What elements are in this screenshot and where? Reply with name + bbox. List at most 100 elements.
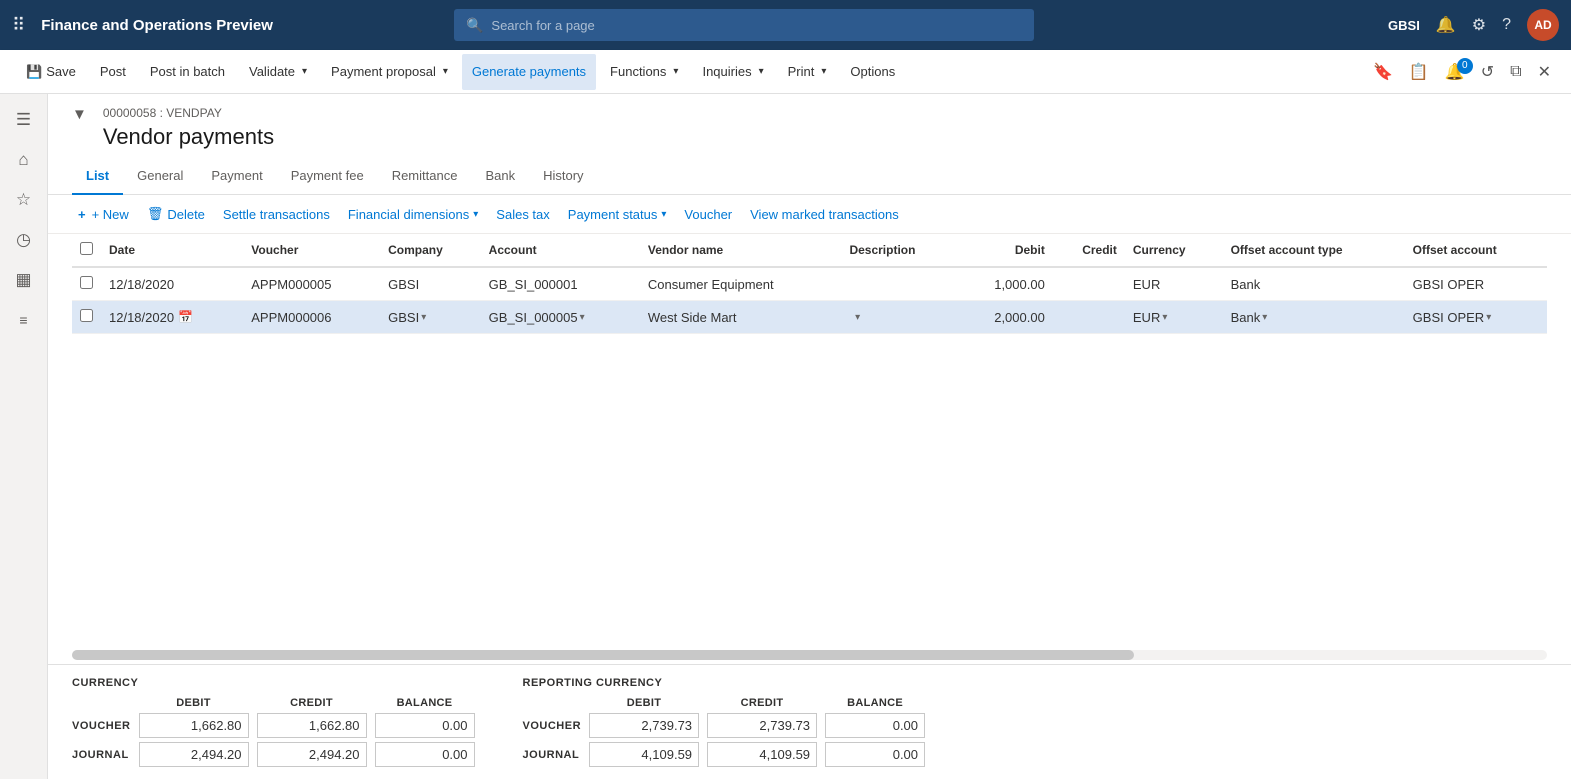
currency-dropdown[interactable]: EUR ▾	[1133, 310, 1215, 325]
currency-journal-debit	[139, 742, 249, 767]
settings-icon[interactable]: ⚙	[1472, 15, 1486, 35]
view-marked-transactions-button[interactable]: View marked transactions	[744, 204, 905, 225]
tab-payment-fee[interactable]: Payment fee	[277, 158, 378, 195]
tab-history[interactable]: History	[529, 158, 597, 195]
col-credit: Credit	[1053, 234, 1125, 267]
sidebar-icon-recent[interactable]: ◷	[6, 222, 42, 258]
select-all-checkbox[interactable]	[80, 242, 93, 255]
sidebar: ☰ ⌂ ☆ ◷ ▦ ≡	[0, 94, 48, 779]
voucher-button[interactable]: Voucher	[678, 204, 738, 225]
col-vendor-name: Vendor name	[640, 234, 842, 267]
delete-button[interactable]: 🗑 Delete	[141, 203, 211, 225]
user-label: GBSI	[1388, 18, 1420, 33]
top-nav-right: GBSI 🔔 ⚙ ? AD	[1388, 9, 1559, 41]
col-debit: Debit	[958, 234, 1053, 267]
dropdown-arrow-icon: ▾	[1486, 312, 1491, 323]
inquiries-button[interactable]: Inquiries	[692, 54, 773, 90]
dropdown-arrow-icon: ▾	[580, 312, 585, 323]
cell-currency: EUR ▾	[1125, 301, 1223, 334]
delete-icon: 🗑	[147, 206, 164, 222]
cell-company: GBSI	[380, 267, 481, 301]
cell-credit	[1053, 267, 1125, 301]
payments-table-container: Date Voucher Company Account Vendor name…	[48, 234, 1571, 646]
sidebar-icon-favorites[interactable]: ☆	[6, 182, 42, 218]
table-row[interactable]: 12/18/2020 APPM000005 GBSI GB_SI_000001 …	[72, 267, 1547, 301]
table-row[interactable]: 12/18/2020 📅 APPM000006 GBSI ▾	[72, 301, 1547, 334]
options-button[interactable]: Options	[840, 54, 905, 90]
bookmark-icon[interactable]: 🔖	[1369, 58, 1397, 86]
table-toolbar: + + New 🗑 Delete Settle transactions Fin…	[48, 195, 1571, 234]
refresh-icon[interactable]: ↺	[1477, 58, 1498, 86]
tab-bank[interactable]: Bank	[471, 158, 529, 195]
app-title: Finance and Operations Preview	[41, 17, 273, 34]
currency-debit-header: DEBIT	[139, 697, 249, 709]
notification-icon[interactable]: 🔔	[1436, 15, 1456, 35]
row-checkbox[interactable]	[80, 309, 93, 322]
page-tabs: List General Payment Payment fee Remitta…	[48, 158, 1571, 195]
sidebar-icon-home[interactable]: ⌂	[6, 142, 42, 178]
post-button[interactable]: Post	[90, 54, 136, 90]
top-navigation: ⠿ Finance and Operations Preview 🔍 GBSI …	[0, 0, 1571, 50]
new-button[interactable]: + + New	[72, 204, 135, 225]
search-icon: 🔍	[466, 17, 483, 34]
search-input[interactable]	[491, 18, 1022, 33]
dropdown-arrow-icon: ▾	[421, 312, 426, 323]
offset-type-dropdown[interactable]: Bank ▾	[1231, 310, 1397, 325]
calendar-icon[interactable]: 📅	[178, 310, 193, 324]
open-in-new-icon[interactable]: ⧉	[1506, 59, 1525, 85]
horizontal-scrollbar-track[interactable]	[48, 646, 1571, 664]
functions-button[interactable]: Functions	[600, 54, 688, 90]
tab-payment[interactable]: Payment	[197, 158, 276, 195]
cell-check[interactable]	[72, 301, 101, 334]
cell-description	[841, 267, 958, 301]
breadcrumb: 00000058 : VENDPAY	[103, 106, 274, 120]
payment-status-button[interactable]: Payment status	[562, 204, 673, 225]
horizontal-scrollbar-thumb[interactable]	[72, 650, 1134, 660]
col-account: Account	[481, 234, 640, 267]
reporting-journal-balance	[825, 742, 925, 767]
cell-offset-account: GBSI OPER ▾	[1405, 301, 1547, 334]
currency-section-title: CURRENCY	[72, 677, 475, 689]
print-button[interactable]: Print	[778, 54, 837, 90]
description-dropdown[interactable]: ▾	[849, 310, 950, 325]
row-checkbox[interactable]	[80, 276, 93, 289]
currency-totals-section: CURRENCY DEBIT CREDIT BALANCE VOUCHER JO…	[72, 677, 475, 767]
table-header-row: Date Voucher Company Account Vendor name…	[72, 234, 1547, 267]
account-dropdown[interactable]: GB_SI_000005 ▾	[489, 310, 632, 325]
financial-dimensions-button[interactable]: Financial dimensions	[342, 204, 484, 225]
cell-date: 12/18/2020	[101, 267, 243, 301]
panel-icon[interactable]: 📋	[1405, 58, 1433, 86]
sidebar-icon-workspaces[interactable]: ▦	[6, 262, 42, 298]
offset-account-dropdown[interactable]: GBSI OPER ▾	[1413, 310, 1539, 325]
company-dropdown[interactable]: GBSI ▾	[388, 310, 473, 325]
validate-button[interactable]: Validate	[239, 54, 317, 90]
help-icon[interactable]: ?	[1502, 16, 1511, 34]
currency-voucher-label: VOUCHER	[72, 720, 131, 732]
search-bar[interactable]: 🔍	[454, 9, 1034, 41]
save-button[interactable]: 💾 Save	[16, 54, 86, 90]
sales-tax-button[interactable]: Sales tax	[490, 204, 555, 225]
app-grid-icon[interactable]: ⠿	[12, 15, 25, 36]
cell-debit: 2,000.00	[958, 301, 1053, 334]
close-icon[interactable]: ✕	[1534, 58, 1555, 86]
settle-transactions-button[interactable]: Settle transactions	[217, 204, 336, 225]
cell-date: 12/18/2020 📅	[101, 301, 243, 334]
generate-payments-button[interactable]: Generate payments	[462, 54, 596, 90]
filter-icon[interactable]: ▼	[72, 106, 87, 123]
tab-remittance[interactable]: Remittance	[378, 158, 472, 195]
post-in-batch-button[interactable]: Post in batch	[140, 54, 235, 90]
tab-general[interactable]: General	[123, 158, 197, 195]
footer-totals: CURRENCY DEBIT CREDIT BALANCE VOUCHER JO…	[48, 664, 1571, 779]
reporting-debit-header: DEBIT	[589, 697, 699, 709]
tab-list[interactable]: List	[72, 158, 123, 195]
cell-description: ▾	[841, 301, 958, 334]
avatar[interactable]: AD	[1527, 9, 1559, 41]
reporting-journal-debit	[589, 742, 699, 767]
sidebar-icon-menu[interactable]: ☰	[6, 102, 42, 138]
sidebar-icon-modules[interactable]: ≡	[6, 302, 42, 338]
cell-check[interactable]	[72, 267, 101, 301]
payment-proposal-button[interactable]: Payment proposal	[321, 54, 458, 90]
currency-voucher-credit	[257, 713, 367, 738]
cell-vendor-name: West Side Mart	[640, 301, 842, 334]
reporting-voucher-balance	[825, 713, 925, 738]
